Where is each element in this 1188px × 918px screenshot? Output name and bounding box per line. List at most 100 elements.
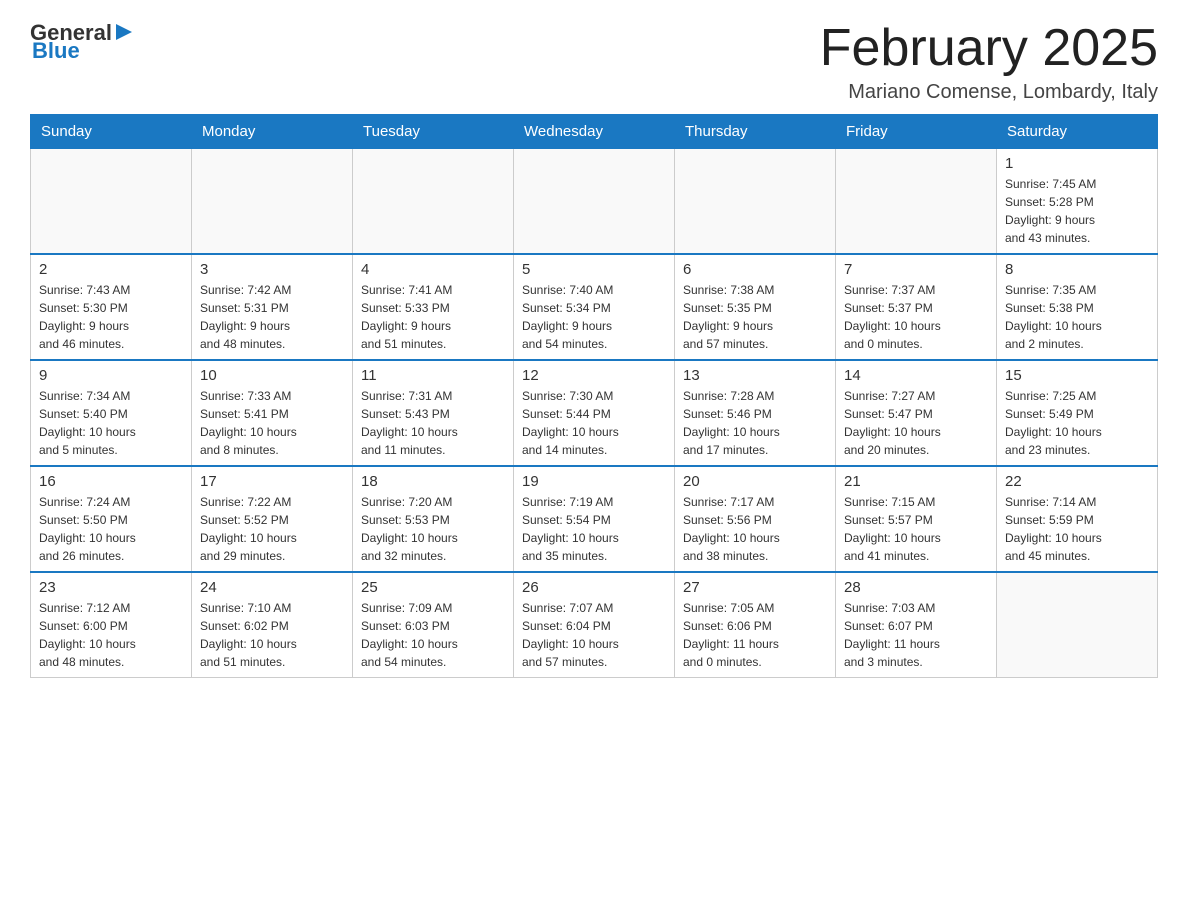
day-info: Sunrise: 7:10 AM Sunset: 6:02 PM Dayligh… xyxy=(200,599,344,671)
day-info: Sunrise: 7:37 AM Sunset: 5:37 PM Dayligh… xyxy=(844,281,988,353)
day-number: 13 xyxy=(683,367,827,384)
calendar-day-cell: 17 Sunrise: 7:22 AM Sunset: 5:52 PM Dayli… xyxy=(192,466,353,572)
calendar-day-cell: 27 Sunrise: 7:05 AM Sunset: 6:06 PM Dayli… xyxy=(675,572,836,678)
calendar-day-cell xyxy=(997,572,1158,678)
day-info: Sunrise: 7:31 AM Sunset: 5:43 PM Dayligh… xyxy=(361,387,505,459)
calendar-day-cell: 24 Sunrise: 7:10 AM Sunset: 6:02 PM Dayli… xyxy=(192,572,353,678)
day-info: Sunrise: 7:09 AM Sunset: 6:03 PM Dayligh… xyxy=(361,599,505,671)
day-info: Sunrise: 7:41 AM Sunset: 5:33 PM Dayligh… xyxy=(361,281,505,353)
day-number: 20 xyxy=(683,473,827,490)
calendar-day-cell: 8 Sunrise: 7:35 AM Sunset: 5:38 PM Daylig… xyxy=(997,254,1158,360)
day-number: 27 xyxy=(683,579,827,596)
calendar-day-cell xyxy=(514,149,675,255)
day-number: 14 xyxy=(844,367,988,384)
day-number: 15 xyxy=(1005,367,1149,384)
day-number: 24 xyxy=(200,579,344,596)
calendar-day-cell: 2Sunrise: 7:43 AM Sunset: 5:30 PM Daylig… xyxy=(31,254,192,360)
calendar-week-row: 16 Sunrise: 7:24 AM Sunset: 5:50 PM Dayli… xyxy=(31,466,1158,572)
calendar-day-cell: 16 Sunrise: 7:24 AM Sunset: 5:50 PM Dayli… xyxy=(31,466,192,572)
day-number: 5 xyxy=(522,261,666,278)
day-info: Sunrise: 7:20 AM Sunset: 5:53 PM Dayligh… xyxy=(361,493,505,565)
calendar-day-cell: 11 Sunrise: 7:31 AM Sunset: 5:43 PM Dayli… xyxy=(353,360,514,466)
day-info: Sunrise: 7:30 AM Sunset: 5:44 PM Dayligh… xyxy=(522,387,666,459)
calendar-week-row: 9 Sunrise: 7:34 AM Sunset: 5:40 PM Daylig… xyxy=(31,360,1158,466)
calendar-day-cell: 22Sunrise: 7:14 AM Sunset: 5:59 PM Dayli… xyxy=(997,466,1158,572)
day-number: 10 xyxy=(200,367,344,384)
day-number: 26 xyxy=(522,579,666,596)
calendar-week-row: 2Sunrise: 7:43 AM Sunset: 5:30 PM Daylig… xyxy=(31,254,1158,360)
day-number: 25 xyxy=(361,579,505,596)
day-number: 17 xyxy=(200,473,344,490)
day-number: 21 xyxy=(844,473,988,490)
calendar-day-cell: 9 Sunrise: 7:34 AM Sunset: 5:40 PM Daylig… xyxy=(31,360,192,466)
day-info: Sunrise: 7:03 AM Sunset: 6:07 PM Dayligh… xyxy=(844,599,988,671)
calendar-day-cell: 10 Sunrise: 7:33 AM Sunset: 5:41 PM Dayli… xyxy=(192,360,353,466)
day-info: Sunrise: 7:43 AM Sunset: 5:30 PM Dayligh… xyxy=(39,281,183,353)
day-info: Sunrise: 7:07 AM Sunset: 6:04 PM Dayligh… xyxy=(522,599,666,671)
calendar-day-cell: 1 Sunrise: 7:45 AM Sunset: 5:28 PM Daylig… xyxy=(997,149,1158,255)
calendar-day-cell: 4 Sunrise: 7:41 AM Sunset: 5:33 PM Daylig… xyxy=(353,254,514,360)
calendar-day-cell: 7 Sunrise: 7:37 AM Sunset: 5:37 PM Daylig… xyxy=(836,254,997,360)
logo-blue-text: Blue xyxy=(32,38,80,64)
calendar-header-sunday: Sunday xyxy=(31,115,192,149)
calendar-header-tuesday: Tuesday xyxy=(353,115,514,149)
calendar-day-cell: 3Sunrise: 7:42 AM Sunset: 5:31 PM Daylig… xyxy=(192,254,353,360)
calendar-day-cell: 23 Sunrise: 7:12 AM Sunset: 6:00 PM Dayli… xyxy=(31,572,192,678)
calendar-day-cell xyxy=(836,149,997,255)
calendar-day-cell: 21 Sunrise: 7:15 AM Sunset: 5:57 PM Dayli… xyxy=(836,466,997,572)
day-number: 23 xyxy=(39,579,183,596)
day-number: 19 xyxy=(522,473,666,490)
day-number: 9 xyxy=(39,367,183,384)
calendar-table: SundayMondayTuesdayWednesdayThursdayFrid… xyxy=(30,114,1158,678)
day-info: Sunrise: 7:22 AM Sunset: 5:52 PM Dayligh… xyxy=(200,493,344,565)
day-number: 4 xyxy=(361,261,505,278)
day-number: 8 xyxy=(1005,261,1149,278)
day-info: Sunrise: 7:33 AM Sunset: 5:41 PM Dayligh… xyxy=(200,387,344,459)
logo: General Blue xyxy=(30,20,134,64)
calendar-day-cell xyxy=(31,149,192,255)
calendar-day-cell: 28 Sunrise: 7:03 AM Sunset: 6:07 PM Dayli… xyxy=(836,572,997,678)
calendar-day-cell: 14Sunrise: 7:27 AM Sunset: 5:47 PM Dayli… xyxy=(836,360,997,466)
day-number: 1 xyxy=(1005,155,1149,172)
day-info: Sunrise: 7:34 AM Sunset: 5:40 PM Dayligh… xyxy=(39,387,183,459)
calendar-day-cell: 6Sunrise: 7:38 AM Sunset: 5:35 PM Daylig… xyxy=(675,254,836,360)
calendar-header-monday: Monday xyxy=(192,115,353,149)
calendar-day-cell: 19 Sunrise: 7:19 AM Sunset: 5:54 PM Dayli… xyxy=(514,466,675,572)
day-number: 28 xyxy=(844,579,988,596)
day-number: 12 xyxy=(522,367,666,384)
calendar-day-cell: 5 Sunrise: 7:40 AM Sunset: 5:34 PM Daylig… xyxy=(514,254,675,360)
day-info: Sunrise: 7:42 AM Sunset: 5:31 PM Dayligh… xyxy=(200,281,344,353)
calendar-day-cell: 18 Sunrise: 7:20 AM Sunset: 5:53 PM Dayli… xyxy=(353,466,514,572)
day-info: Sunrise: 7:15 AM Sunset: 5:57 PM Dayligh… xyxy=(844,493,988,565)
calendar-day-cell xyxy=(675,149,836,255)
day-number: 7 xyxy=(844,261,988,278)
calendar-header-friday: Friday xyxy=(836,115,997,149)
day-info: Sunrise: 7:40 AM Sunset: 5:34 PM Dayligh… xyxy=(522,281,666,353)
calendar-header-thursday: Thursday xyxy=(675,115,836,149)
day-info: Sunrise: 7:12 AM Sunset: 6:00 PM Dayligh… xyxy=(39,599,183,671)
calendar-day-cell: 26 Sunrise: 7:07 AM Sunset: 6:04 PM Dayli… xyxy=(514,572,675,678)
day-info: Sunrise: 7:05 AM Sunset: 6:06 PM Dayligh… xyxy=(683,599,827,671)
calendar-header-wednesday: Wednesday xyxy=(514,115,675,149)
calendar-week-row: 1 Sunrise: 7:45 AM Sunset: 5:28 PM Daylig… xyxy=(31,149,1158,255)
day-info: Sunrise: 7:25 AM Sunset: 5:49 PM Dayligh… xyxy=(1005,387,1149,459)
logo-arrow-icon xyxy=(114,22,134,42)
day-number: 11 xyxy=(361,367,505,384)
calendar-header-row: SundayMondayTuesdayWednesdayThursdayFrid… xyxy=(31,115,1158,149)
location-title: Mariano Comense, Lombardy, Italy xyxy=(820,81,1158,104)
day-info: Sunrise: 7:17 AM Sunset: 5:56 PM Dayligh… xyxy=(683,493,827,565)
calendar-day-cell xyxy=(353,149,514,255)
day-number: 22 xyxy=(1005,473,1149,490)
day-info: Sunrise: 7:19 AM Sunset: 5:54 PM Dayligh… xyxy=(522,493,666,565)
month-title: February 2025 xyxy=(820,20,1158,77)
day-info: Sunrise: 7:24 AM Sunset: 5:50 PM Dayligh… xyxy=(39,493,183,565)
calendar-week-row: 23 Sunrise: 7:12 AM Sunset: 6:00 PM Dayli… xyxy=(31,572,1158,678)
calendar-day-cell: 20 Sunrise: 7:17 AM Sunset: 5:56 PM Dayli… xyxy=(675,466,836,572)
calendar-day-cell xyxy=(192,149,353,255)
day-number: 16 xyxy=(39,473,183,490)
day-info: Sunrise: 7:38 AM Sunset: 5:35 PM Dayligh… xyxy=(683,281,827,353)
day-info: Sunrise: 7:45 AM Sunset: 5:28 PM Dayligh… xyxy=(1005,175,1149,247)
day-number: 18 xyxy=(361,473,505,490)
calendar-day-cell: 25 Sunrise: 7:09 AM Sunset: 6:03 PM Dayli… xyxy=(353,572,514,678)
day-info: Sunrise: 7:35 AM Sunset: 5:38 PM Dayligh… xyxy=(1005,281,1149,353)
